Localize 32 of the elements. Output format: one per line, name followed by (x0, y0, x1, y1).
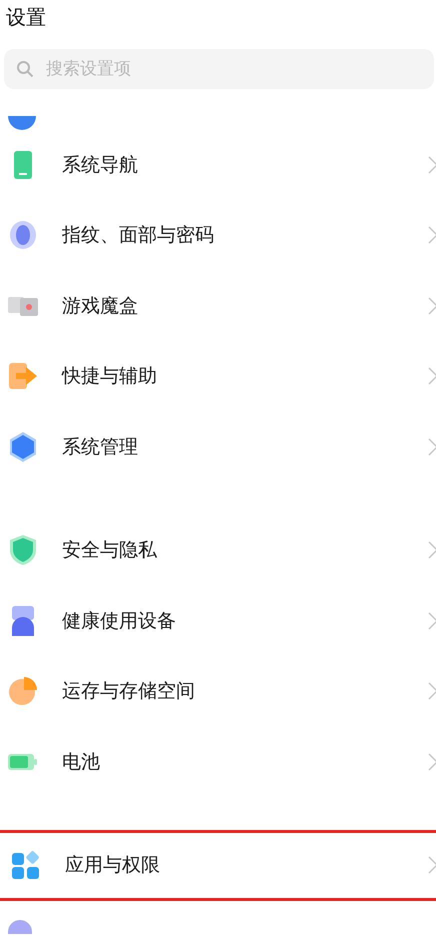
phone-icon (13, 150, 33, 180)
settings-row[interactable]: 健康使用设备 (0, 586, 436, 656)
apps-grid-icon (12, 851, 40, 880)
battery-icon (8, 752, 38, 771)
chevron-icon (428, 856, 436, 874)
fingerprint-icon (9, 220, 37, 250)
chevron-icon (428, 367, 436, 386)
page-title: 设置 (5, 4, 47, 31)
settings-row[interactable]: 应用与权限 (0, 830, 436, 901)
shield-icon (10, 535, 36, 566)
game-box-icon (8, 294, 38, 317)
arrow-icon (8, 362, 38, 390)
settings-row[interactable]: 运存与存储空间 (0, 656, 436, 727)
settings-row[interactable]: 快捷与辅助 (0, 341, 436, 412)
chevron-icon (428, 752, 436, 771)
settings-row[interactable]: 系统导航 (0, 130, 436, 200)
hexagon-icon (9, 432, 37, 462)
chevron-icon (428, 612, 436, 630)
settings-row[interactable]: 系统管理 (0, 412, 436, 482)
search-icon (16, 60, 34, 78)
settings-row[interactable]: 游戏魔盒 (0, 270, 436, 342)
chevron-icon (428, 682, 436, 700)
search-field[interactable]: 搜索设置项 (4, 48, 434, 89)
settings-row[interactable]: 安全与隐私 (0, 515, 436, 586)
settings-row[interactable]: 电池 (0, 726, 436, 798)
chevron-icon (428, 156, 436, 174)
pie-chart-icon (8, 676, 38, 706)
settings-row[interactable]: 指纹、面部与密码 (0, 200, 436, 271)
chevron-icon (428, 226, 436, 244)
chevron-icon (428, 438, 436, 456)
chevron-icon (428, 541, 436, 560)
chevron-icon (428, 296, 436, 315)
